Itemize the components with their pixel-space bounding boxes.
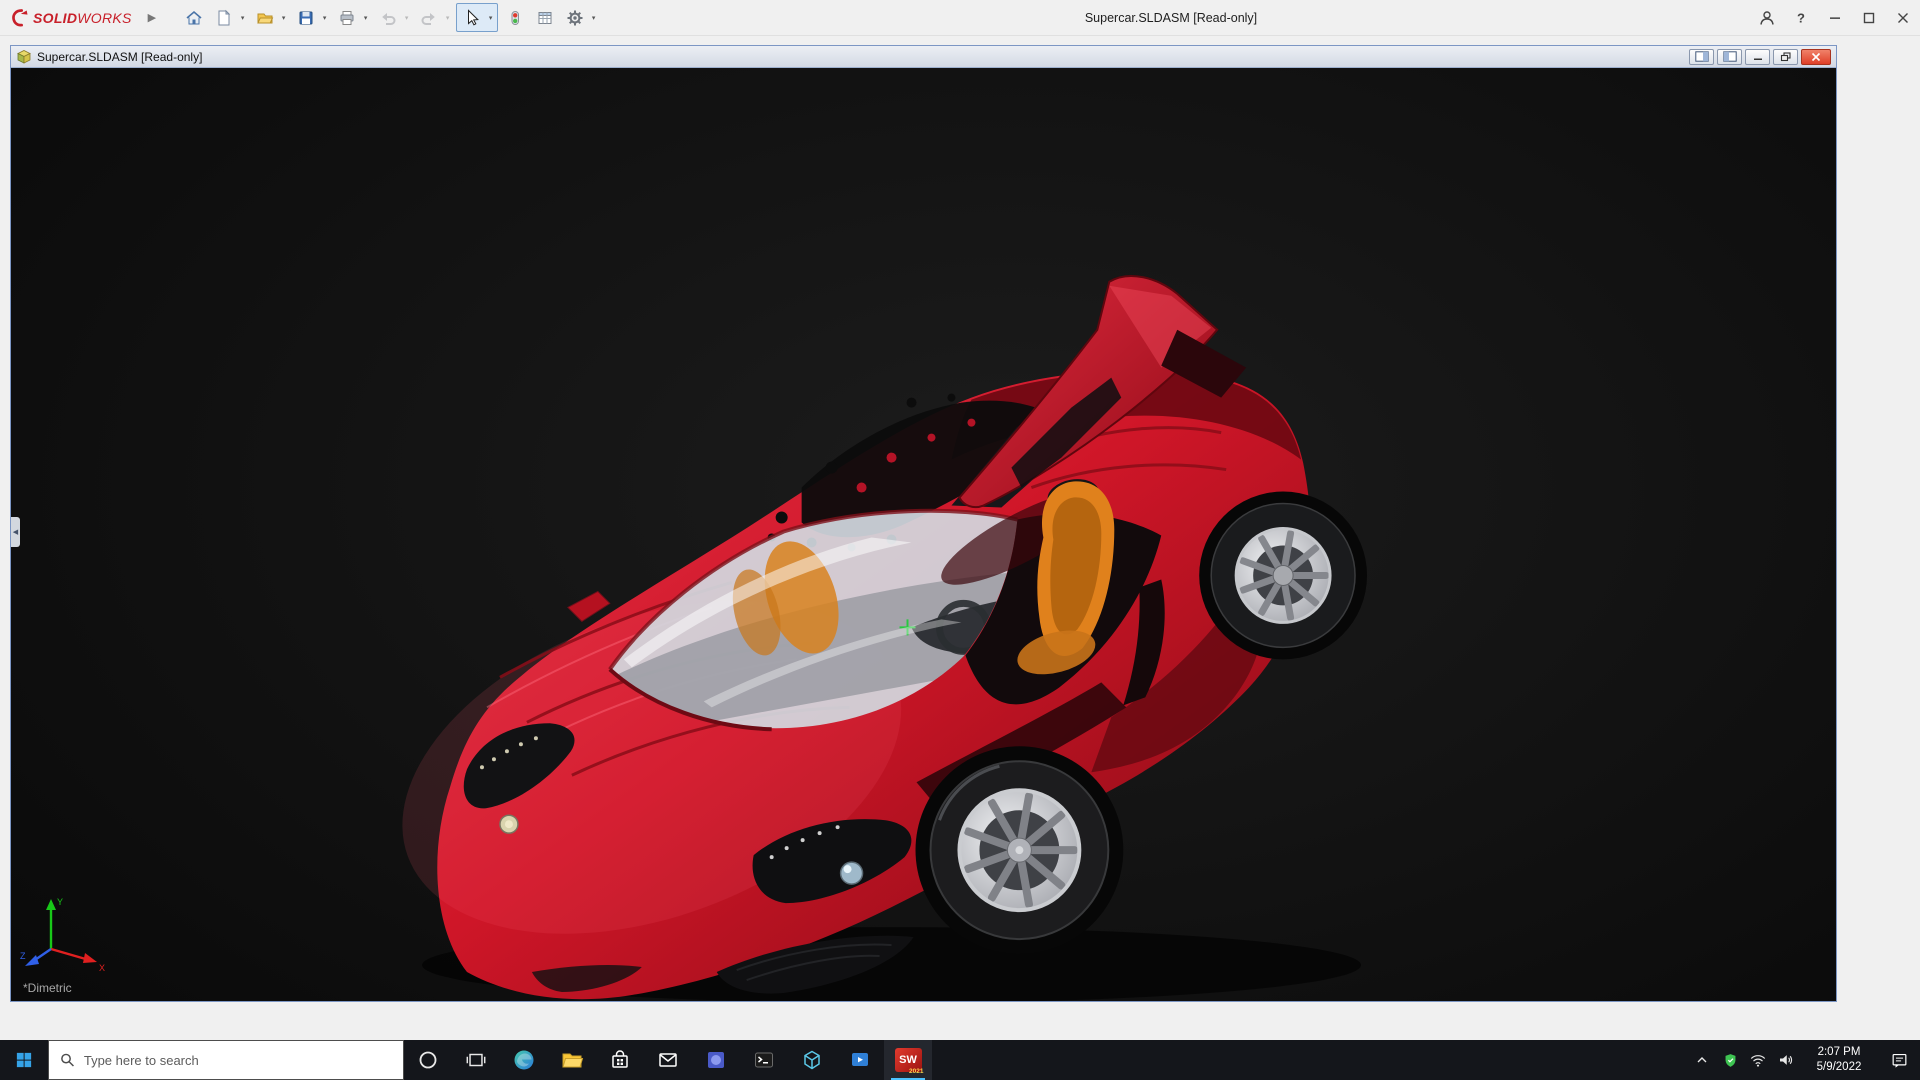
microsoft-store-icon — [608, 1048, 632, 1072]
pane-layout-left-button[interactable] — [1689, 49, 1714, 65]
mail-icon — [656, 1048, 680, 1072]
clock-time: 2:07 PM — [1818, 1045, 1861, 1060]
taskbar-clock[interactable]: 2:07 PM 5/9/2022 — [1800, 1040, 1878, 1080]
wifi-icon — [1749, 1051, 1767, 1069]
redo-caret[interactable]: ▾ — [442, 14, 453, 22]
edge-icon — [512, 1048, 536, 1072]
undo-button[interactable] — [374, 4, 401, 31]
account-button[interactable] — [1750, 0, 1784, 36]
volume-tray-button[interactable] — [1772, 1040, 1800, 1080]
task-view-icon — [465, 1049, 487, 1071]
triad-y-label: Y — [57, 897, 63, 907]
search-input[interactable] — [84, 1053, 392, 1068]
media-app-button[interactable] — [836, 1040, 884, 1080]
network-tray-button[interactable] — [1744, 1040, 1772, 1080]
maximize-button[interactable] — [1852, 0, 1886, 36]
system-tray: 2:07 PM 5/9/2022 — [1688, 1040, 1920, 1080]
document-window-controls — [1689, 49, 1831, 65]
app-titlebar: SOLIDWORKS ▶ ▾ ▾ — [0, 0, 1920, 36]
help-button[interactable]: ? — [1784, 0, 1818, 36]
file-properties-button[interactable] — [531, 4, 558, 31]
brand-text: SOLIDWORKS — [33, 10, 132, 26]
security-shield-icon — [1722, 1052, 1739, 1069]
document-window: Supercar.SLDASM [Read-only] — [10, 45, 1837, 1002]
notification-icon — [1890, 1051, 1909, 1070]
document-minimize-button[interactable] — [1745, 49, 1770, 65]
solidworks-app: SOLIDWORKS ▶ ▾ ▾ — [0, 0, 1920, 1080]
app-window-title: Supercar.SLDASM [Read-only] — [1021, 0, 1321, 36]
windows-logo-icon — [15, 1051, 33, 1069]
mail-button[interactable] — [644, 1040, 692, 1080]
photos-button[interactable] — [692, 1040, 740, 1080]
save-button[interactable] — [292, 4, 319, 31]
cortana-icon — [417, 1049, 439, 1071]
pane-layout-right-button[interactable] — [1717, 49, 1742, 65]
new-document-caret[interactable]: ▾ — [237, 14, 248, 22]
redo-button[interactable] — [415, 4, 442, 31]
assembly-document-icon — [16, 49, 32, 65]
triad-z-label: Z — [20, 951, 26, 961]
task-view-button[interactable] — [452, 1040, 500, 1080]
print-caret[interactable]: ▾ — [360, 14, 371, 22]
solidworks-year-badge: 2021 — [909, 1068, 923, 1075]
triad-x-label: X — [99, 963, 105, 973]
speaker-icon — [1777, 1051, 1795, 1069]
supercar-model[interactable] — [11, 68, 1836, 1001]
photos-icon — [704, 1048, 728, 1072]
graphics-viewport[interactable]: ◀ Y X Z *Dimetric — [11, 68, 1836, 1001]
start-button[interactable] — [0, 1040, 48, 1080]
media-app-icon — [848, 1048, 872, 1072]
edge-button[interactable] — [500, 1040, 548, 1080]
search-icon — [60, 1052, 75, 1068]
quick-access-toolbar: ▾ ▾ ▾ ▾ — [180, 3, 602, 32]
chevron-up-icon — [1694, 1052, 1710, 1068]
document-titlebar[interactable]: Supercar.SLDASM [Read-only] — [11, 46, 1836, 68]
save-caret[interactable]: ▾ — [319, 14, 330, 22]
file-explorer-button[interactable] — [548, 1040, 596, 1080]
solidworks-icon: SW 2021 — [895, 1048, 922, 1072]
microsoft-store-button[interactable] — [596, 1040, 644, 1080]
security-tray-button[interactable] — [1716, 1040, 1744, 1080]
open-caret[interactable]: ▾ — [278, 14, 289, 22]
print-button[interactable] — [333, 4, 360, 31]
svg-text:?: ? — [1797, 11, 1805, 26]
select-caret[interactable]: ▾ — [485, 14, 496, 22]
options-caret[interactable]: ▾ — [588, 14, 599, 22]
tray-overflow-button[interactable] — [1688, 1040, 1716, 1080]
file-explorer-icon — [560, 1048, 584, 1072]
menu-flyout-chevron-icon[interactable]: ▶ — [148, 11, 156, 24]
select-tool-active: ▾ — [456, 3, 498, 32]
document-title: Supercar.SLDASM [Read-only] — [37, 50, 202, 64]
rebuild-button[interactable] — [501, 4, 528, 31]
solidworks-logo: SOLIDWORKS — [0, 8, 132, 28]
front-wheel — [930, 761, 1108, 939]
terminal-button[interactable] — [740, 1040, 788, 1080]
document-restore-button[interactable] — [1773, 49, 1798, 65]
solidworks-taskbar-button[interactable]: SW 2021 — [884, 1040, 932, 1080]
rear-wheel — [1211, 504, 1355, 648]
select-button[interactable] — [458, 4, 485, 31]
action-center-button[interactable] — [1878, 1040, 1920, 1080]
close-button[interactable] — [1886, 0, 1920, 36]
orientation-triad: Y X Z — [19, 889, 111, 975]
app-window-controls: ? — [1750, 0, 1920, 36]
viewer-3d-icon — [800, 1048, 824, 1072]
new-document-button[interactable] — [210, 4, 237, 31]
cortana-button[interactable] — [404, 1040, 452, 1080]
clock-date: 5/9/2022 — [1817, 1060, 1862, 1075]
terminal-icon — [752, 1048, 776, 1072]
taskbar-search[interactable] — [48, 1040, 404, 1080]
dassault-mark-icon — [10, 8, 30, 28]
undo-caret[interactable]: ▾ — [401, 14, 412, 22]
options-button[interactable] — [561, 4, 588, 31]
taskbar: SW 2021 — [0, 1040, 1920, 1080]
viewer-3d-button[interactable] — [788, 1040, 836, 1080]
open-button[interactable] — [251, 4, 278, 31]
feature-manager-collapse-tab[interactable]: ◀ — [11, 517, 20, 547]
home-button[interactable] — [180, 4, 207, 31]
view-orientation-label: *Dimetric — [23, 981, 72, 995]
document-close-button[interactable] — [1801, 49, 1831, 65]
minimize-button[interactable] — [1818, 0, 1852, 36]
